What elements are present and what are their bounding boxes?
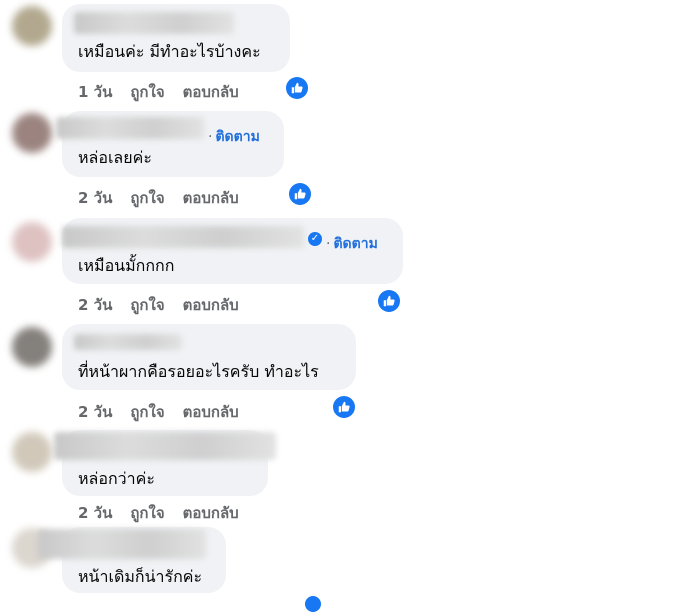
thumbs-up-icon[interactable] xyxy=(289,183,311,205)
avatar[interactable] xyxy=(12,327,52,367)
reply-button[interactable]: ตอบกลับ xyxy=(183,504,239,522)
thumbs-up-icon[interactable] xyxy=(378,290,400,312)
comment-timestamp[interactable]: 2 วัน xyxy=(78,504,112,522)
comment-text: หล่อเลยค่ะ xyxy=(78,148,152,167)
follow-link[interactable]: · ติดตาม xyxy=(208,126,260,148)
comment-timestamp[interactable]: 2 วัน xyxy=(78,296,112,314)
comment-actions: 2 วัน ถูกใจ ตอบกลับ xyxy=(78,186,257,210)
reply-button[interactable]: ตอบกลับ xyxy=(183,189,239,207)
commenter-name-redacted[interactable] xyxy=(38,529,206,559)
comment-text: หน้าเดิมก็น่ารักค่ะ xyxy=(78,567,203,586)
comment-actions: 2 วัน ถูกใจ ตอบกลับ xyxy=(78,293,257,317)
comment-text: เหมือนมั้กกกก xyxy=(78,256,175,275)
avatar[interactable] xyxy=(12,222,52,262)
reply-button[interactable]: ตอบกลับ xyxy=(183,403,239,421)
comment-actions: 2 วัน ถูกใจ ตอบกลับ xyxy=(78,501,257,525)
reply-button[interactable]: ตอบกลับ xyxy=(183,83,239,101)
avatar[interactable] xyxy=(12,432,52,472)
comment-actions: 2 วัน ถูกใจ ตอบกลับ xyxy=(78,400,257,424)
commenter-name-redacted[interactable] xyxy=(54,432,276,460)
separator: · xyxy=(208,129,213,145)
thumbs-up-icon[interactable] xyxy=(286,77,308,99)
follow-link[interactable]: · ติดตาม xyxy=(326,233,378,255)
verified-badge-icon: ✓ xyxy=(308,232,322,246)
like-button[interactable]: ถูกใจ xyxy=(130,83,164,101)
like-button[interactable]: ถูกใจ xyxy=(130,504,164,522)
comment-timestamp[interactable]: 2 วัน xyxy=(78,189,112,207)
comment-text: ที่หน้าผากคือรอยอะไรครับ ทำอะไร xyxy=(78,362,319,381)
like-button[interactable]: ถูกใจ xyxy=(130,296,164,314)
commenter-name-redacted[interactable] xyxy=(74,334,182,350)
avatar[interactable] xyxy=(12,113,52,153)
thumbs-up-icon[interactable] xyxy=(333,396,355,418)
like-button[interactable]: ถูกใจ xyxy=(130,403,164,421)
comment-timestamp[interactable]: 2 วัน xyxy=(78,403,112,421)
comment-text: หล่อกว่าค่ะ xyxy=(78,469,155,488)
like-button[interactable]: ถูกใจ xyxy=(130,189,164,207)
reply-button[interactable]: ตอบกลับ xyxy=(183,296,239,314)
comment-text: เหมือนค่ะ มีทำอะไรบ้างคะ xyxy=(78,42,261,61)
follow-label[interactable]: ติดตาม xyxy=(333,236,377,252)
commenter-name-redacted[interactable] xyxy=(56,117,204,139)
commenter-name-redacted[interactable] xyxy=(62,226,304,248)
avatar[interactable] xyxy=(12,6,52,46)
separator: · xyxy=(326,236,331,252)
comment-actions: 1 วัน ถูกใจ ตอบกลับ xyxy=(78,80,257,104)
commenter-name-redacted[interactable] xyxy=(74,12,234,34)
follow-label[interactable]: ติดตาม xyxy=(215,129,259,145)
thumbs-up-icon[interactable] xyxy=(305,596,321,612)
comment-timestamp[interactable]: 1 วัน xyxy=(78,83,112,101)
